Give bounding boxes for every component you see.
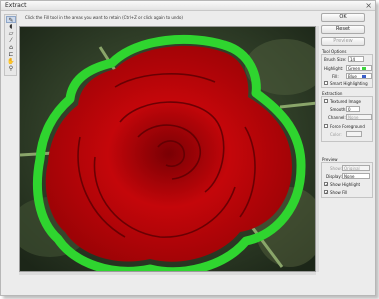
vertical-scrollbar[interactable] — [316, 26, 319, 272]
title-bar: Extract × — [1, 1, 375, 11]
textured-image-checkbox[interactable] — [324, 99, 328, 103]
rose-image — [20, 27, 315, 271]
reset-button[interactable]: Reset — [321, 25, 365, 34]
zoom-tool-icon[interactable]: ⚲ — [6, 65, 16, 72]
show-fill-checkbox[interactable]: ✓ — [324, 190, 328, 195]
fill-value: Blue — [348, 74, 357, 79]
show-highlight-checkbox[interactable]: ✓ — [324, 182, 328, 187]
color-swatch-field[interactable] — [346, 131, 362, 137]
tools-panel: ✎ ◖ ▱ ⁄ ⌂ ⊏ ✋ ⚲ — [4, 14, 17, 76]
show-fill-label: Show Fill — [330, 190, 348, 195]
smooth-label: Smooth: — [330, 107, 347, 112]
instruction-text: Click the Fill tool in the areas you wan… — [25, 15, 183, 20]
force-foreground-label: Force Foreground — [330, 124, 365, 129]
ok-button[interactable]: OK — [321, 13, 365, 22]
highlight-value: Green — [348, 66, 361, 71]
brush-size-label: Brush Size: — [324, 57, 347, 62]
close-icon[interactable]: × — [365, 1, 372, 11]
fill-tool-icon[interactable]: ◖ — [6, 23, 16, 30]
horizontal-scrollbar[interactable] — [19, 272, 316, 275]
window-title: Extract — [5, 2, 27, 9]
textured-image-label: Textured Image — [330, 99, 361, 104]
preview-group: Show: Original Display: None ✓ Show High… — [321, 162, 373, 198]
highlight-swatch — [362, 67, 366, 70]
highlight-color-select[interactable]: Green — [346, 65, 372, 71]
preview-button[interactable]: Preview — [321, 37, 365, 46]
channel-label: Channel: — [328, 115, 346, 120]
image-canvas[interactable] — [19, 26, 316, 272]
brush-size-field[interactable]: 14 — [348, 56, 364, 62]
color-label: Color: — [330, 132, 342, 137]
fill-label: Fill: — [332, 74, 339, 79]
settings-panel: OK Reset Preview Tool Options Brush Size… — [321, 11, 375, 211]
extract-dialog: Extract × Click the Fill tool in the are… — [0, 0, 376, 296]
smart-highlighting-checkbox[interactable] — [324, 81, 328, 85]
fill-swatch — [362, 75, 366, 78]
highlight-label: Highlight: — [324, 66, 344, 71]
show-highlight-label: Show Highlight — [330, 182, 361, 187]
show-label: Show: — [330, 166, 342, 171]
smooth-field[interactable]: 0 — [346, 106, 360, 112]
edge-touchup-tool-icon[interactable]: ⊏ — [6, 51, 16, 58]
eyedropper-tool-icon[interactable]: ⁄ — [6, 37, 16, 44]
smart-highlighting-label: Smart Highlighting — [330, 81, 368, 86]
display-label: Display: — [326, 174, 342, 179]
hand-tool-icon[interactable]: ✋ — [6, 58, 16, 65]
eraser-tool-icon[interactable]: ▱ — [6, 30, 16, 37]
force-foreground-checkbox[interactable] — [324, 124, 328, 128]
edge-highlighter-tool-icon[interactable]: ✎ — [6, 16, 16, 24]
show-select[interactable]: Original — [342, 165, 370, 171]
tool-options-group: Brush Size: 14 Highlight: Green Fill: Bl… — [321, 54, 373, 88]
display-select[interactable]: None — [342, 173, 370, 179]
channel-select[interactable]: None — [346, 114, 372, 120]
cleanup-tool-icon[interactable]: ⌂ — [6, 44, 16, 51]
fill-color-select[interactable]: Blue — [346, 73, 372, 79]
extraction-group: Textured Image Smooth: 0 Channel: None F… — [321, 96, 373, 142]
